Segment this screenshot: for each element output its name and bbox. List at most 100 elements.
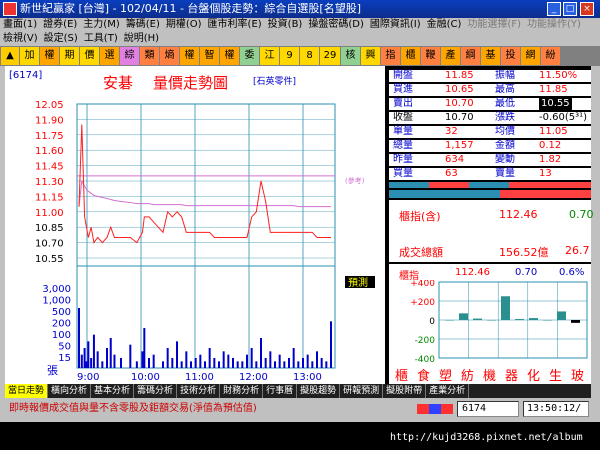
volume-bar (316, 351, 318, 368)
toolbar-button[interactable]: 期 (60, 47, 79, 65)
toolbar-button[interactable]: 29 (320, 47, 340, 65)
tab-3[interactable]: 籌碼分析 (134, 384, 178, 398)
maximize-button[interactable]: □ (563, 2, 577, 16)
sector-name-label[interactable]: 化 (527, 369, 540, 384)
time-tick-label: 9:00 (77, 372, 99, 383)
toolbar-button[interactable]: 產 (441, 47, 460, 65)
toolbar-button[interactable]: 權 (180, 47, 199, 65)
volume-bar (311, 361, 314, 368)
toolbar-button[interactable]: 鞭 (421, 47, 440, 65)
bid-ask-bar (389, 182, 591, 188)
menu-item[interactable]: 籌碼(E) (123, 18, 163, 32)
toolbar-button[interactable]: 興 (361, 47, 380, 65)
toolbar-button[interactable]: 選 (100, 47, 119, 65)
close-button[interactable]: × (580, 2, 594, 16)
tab-0[interactable]: 當日走勢 (5, 384, 49, 398)
price-tick-label: 11.90 (35, 115, 64, 126)
menu-item[interactable]: 說明(H) (121, 32, 162, 46)
sector-bar (487, 320, 496, 321)
volume-bar (232, 358, 234, 368)
price-volume-chart-panel: [6174] 安碁 量價走勢圖 [石英零件] 12.05 11.90 11.75 11… (5, 66, 385, 384)
sector-name-label[interactable]: 玻 (571, 369, 584, 384)
menu-item[interactable]: 國際資訊(I) (367, 18, 424, 32)
volume-bar (222, 351, 225, 368)
price-tick-label: 10.55 (35, 254, 64, 265)
time-tick-label: 10:00 (131, 372, 160, 383)
price-tick-label: 10.85 (35, 223, 64, 234)
toolbar-button[interactable]: 櫃 (401, 47, 420, 65)
quote-value: 11.05 (539, 126, 568, 137)
menu-item[interactable]: 功能操作(Y) (524, 18, 584, 32)
tab-4[interactable]: 技術分析 (177, 384, 221, 398)
toolbar-button[interactable]: 綱 (461, 47, 480, 65)
time-tick-label: 13:00 (293, 372, 322, 383)
toolbar-button[interactable]: 價 (80, 47, 99, 65)
turnover-change: 26.7 (565, 244, 590, 257)
toolbar-button[interactable]: 江 (260, 47, 279, 65)
quote-label: 賣量 (495, 168, 515, 179)
menu-item[interactable]: 檢視(V) (0, 32, 41, 46)
tab-5[interactable]: 財務分析 (220, 384, 264, 398)
toolbar-button[interactable]: 智 (200, 47, 219, 65)
menu-item[interactable]: 匯市利率(E) (205, 18, 265, 32)
menu-item[interactable]: 功能選擇(F) (464, 18, 524, 32)
tab-6[interactable]: 行事曆 (263, 384, 298, 398)
stock-code-input[interactable]: 6174 (457, 401, 519, 417)
tab-10[interactable]: 產業分析 (426, 384, 470, 398)
volume-bar (236, 361, 239, 368)
toolbar-button[interactable]: 指 (381, 47, 400, 65)
toolbar-button[interactable]: 類 (140, 47, 159, 65)
price-tick-label: 10.70 (35, 239, 64, 250)
toolbar-button[interactable]: 投 (501, 47, 520, 65)
toolbar-button[interactable]: 委 (240, 47, 259, 65)
sector-name-label[interactable]: 塑 (439, 369, 452, 384)
otc-index-change: 0.70 (569, 208, 594, 221)
forecast-button[interactable]: 預測 (348, 276, 368, 289)
toolbar-button[interactable]: 紛 (541, 47, 560, 65)
sector-name-label[interactable]: 紡 (461, 369, 474, 384)
volume-tick-label: 100 (52, 330, 71, 341)
volume-bar (264, 358, 267, 368)
menu-item[interactable]: 畫面(1) (0, 18, 40, 32)
menu-item[interactable]: 金融(C) (424, 18, 465, 32)
toolbar-button[interactable]: 權 (220, 47, 239, 65)
toolbar-button[interactable]: 權 (40, 47, 59, 65)
otc-index-box: 櫃指(含) 112.46 0.70 成交總額 156.52億 26.7 (389, 200, 594, 262)
toolbar-button[interactable]: 8 (300, 47, 319, 65)
sector-name-label[interactable]: 食 (417, 368, 430, 384)
toolbar-button[interactable]: 基 (481, 47, 500, 65)
tab-9[interactable]: 擬股附帶 (383, 384, 427, 398)
turnover-value: 156.52億 (499, 246, 549, 259)
sector-name-label[interactable]: 櫃 (395, 369, 408, 384)
minimize-button[interactable]: _ (547, 2, 561, 16)
price-tick-label: 11.30 (35, 177, 64, 188)
menu-item[interactable]: 期權(O) (163, 18, 205, 32)
tab-8[interactable]: 研報預測 (340, 384, 384, 398)
toolbar-button[interactable]: 加 (20, 47, 39, 65)
app-window: 新世紀贏家 [台灣] - 102/04/11 - 台盤個股走勢：綜合自選股[名望… (0, 0, 600, 450)
menu-item[interactable]: 證券(E) (40, 18, 80, 32)
menu-item[interactable]: 操盤密碼(D) (305, 18, 367, 32)
price-tick-label: 11.00 (35, 208, 64, 219)
volume-bar (109, 338, 112, 368)
tab-2[interactable]: 基本分析 (91, 384, 135, 398)
volume-bar (246, 354, 248, 368)
quote-label: 變動 (495, 154, 515, 165)
menu-item[interactable]: 設定(S) (41, 32, 81, 46)
toolbar: ▲ 加權期價選綜類熵權智權委江 9 8 29 核興指櫃鞭產綱基投網紛 (0, 46, 600, 66)
tab-7[interactable]: 擬股趨勢 (297, 384, 341, 398)
toolbar-button[interactable]: 熵 (160, 47, 179, 65)
toolbar-button[interactable]: 網 (521, 47, 540, 65)
toolbar-home-icon[interactable]: ▲ (1, 47, 19, 65)
sector-name-label[interactable]: 器 (505, 369, 518, 384)
toolbar-button[interactable]: 9 (280, 47, 299, 65)
sector-name-label[interactable]: 機 (483, 369, 496, 384)
toolbar-button[interactable]: 綜 (120, 47, 139, 65)
menu-item[interactable]: 投資(B) (265, 18, 306, 32)
toolbar-button[interactable]: 核 (341, 47, 360, 65)
tab-1[interactable]: 橫向分析 (48, 384, 92, 398)
menu-item[interactable]: 主力(M) (80, 18, 122, 32)
sector-bar (529, 318, 538, 320)
menu-item[interactable]: 工具(T) (81, 32, 121, 46)
sector-name-label[interactable]: 生 (549, 369, 562, 384)
